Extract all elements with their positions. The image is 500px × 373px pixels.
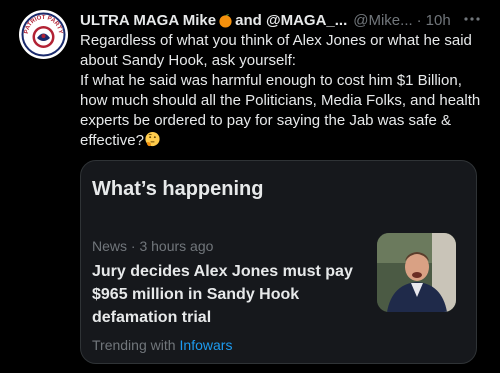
tweet-line: effective? [80,132,144,149]
tweet-header: ULTRA MAGA Mike and @MAGA_... @Mike... ·… [80,10,490,30]
trending-link[interactable]: Infowars [180,337,233,353]
patriot-party-logo: PATRIOT PARTY [19,10,68,59]
display-name-suffix[interactable]: and @MAGA_... [235,12,347,29]
handle[interactable]: @Mike... [353,12,412,29]
tweet-line: experts be ordered to pay for saying the… [80,112,452,129]
timestamp[interactable]: 10h [426,12,451,29]
news-source: News [92,238,128,254]
news-thumbnail[interactable] [377,233,456,312]
dot-separator: · [416,11,422,29]
card-title: What’s happening [92,178,264,200]
meta-separator: · [130,238,136,254]
card-meta: News · 3 hours ago [92,238,213,254]
tweet-text: Regardless of what you think of Alex Jon… [80,31,485,151]
tweet-line: If what he said was harmful enough to co… [80,72,462,89]
tweet-line-last: effective? [80,131,485,151]
news-age: 3 hours ago [139,238,214,254]
tweet[interactable]: PATRIOT PARTY ULTRA MAGA Mike and @MAGA_… [0,0,500,373]
more-options-icon[interactable] [462,12,482,26]
trending-label: Trending with [92,337,176,353]
news-headline[interactable]: Jury decides Alex Jones must pay $965 mi… [92,260,362,329]
whats-happening-card[interactable]: What’s happening News · 3 hours ago Jury… [80,160,477,364]
thinking-face-icon [145,131,160,147]
trending-row: Trending with Infowars [92,337,232,353]
news-photo [377,233,456,312]
avatar[interactable]: PATRIOT PARTY [19,10,68,59]
orange-emoji-icon [219,13,232,28]
tweet-line: how much should all the Politicians, Med… [80,92,481,109]
display-name[interactable]: ULTRA MAGA Mike [80,12,216,29]
tweet-line: Regardless of what you think of Alex Jon… [80,32,472,49]
tweet-line: about Sandy Hook, ask yourself: [80,52,296,69]
